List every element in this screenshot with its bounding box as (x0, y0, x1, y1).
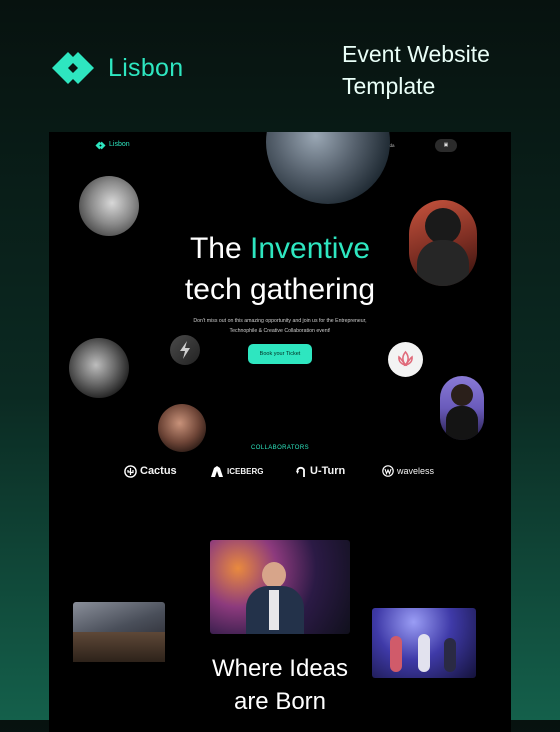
section-title: Where Ideas (211, 655, 349, 682)
u-turn-icon (296, 466, 305, 477)
menu-button[interactable]: ▣ (435, 139, 457, 152)
event-photo (73, 602, 165, 662)
brand-logo-icon (52, 52, 94, 84)
partner-name: waveless (397, 466, 435, 476)
section-title-line2: are Born (233, 688, 327, 715)
grid-icon: ▣ (443, 142, 449, 148)
lightning-badge (170, 335, 200, 365)
partner-name: U-Turn (310, 465, 346, 477)
lightning-icon (180, 341, 190, 359)
nav-logo-icon[interactable] (95, 141, 106, 150)
speaker-photo (79, 176, 139, 236)
nav-logo-text[interactable]: Lisbon (109, 141, 130, 148)
speaker-photo (440, 376, 484, 440)
lotus-badge (388, 342, 423, 377)
partner-name: ICEBERG (227, 466, 264, 476)
waveless-icon (382, 465, 394, 477)
partner-logo-uturn[interactable]: U-Turn (296, 463, 345, 479)
website-preview: Lisbon About Speakers Agenda ▣ The Inven… (49, 132, 511, 732)
brand-name: Lisbon (108, 54, 184, 82)
collaborators-title: COLLABORATORS (251, 445, 309, 451)
hero-title-prefix: The (189, 232, 242, 265)
hero-subtitle: Technophile & Creative Collaboration eve… (229, 328, 331, 334)
partner-logo-cactus[interactable]: Cactus (124, 463, 177, 479)
cactus-icon (124, 464, 137, 478)
speaker-photo (69, 338, 129, 398)
partner-logo-waveless[interactable]: waveless (382, 463, 434, 479)
speaker-photo (266, 132, 390, 204)
partner-name: Cactus (140, 465, 177, 477)
event-photo (210, 540, 350, 634)
iceberg-icon (211, 465, 223, 477)
template-title: Event Website Template (342, 41, 490, 99)
hero-title-line2: tech gathering (184, 273, 376, 306)
hero-title-accent: Inventive (249, 232, 371, 265)
partner-logo-iceberg[interactable]: ICEBERG (210, 463, 263, 479)
lotus-icon (398, 350, 413, 367)
book-ticket-button[interactable]: Book your Ticket (248, 344, 312, 364)
hero-title: The Inventive (49, 232, 511, 266)
hero-subtitle: Don't miss out on this amazing opportuni… (193, 318, 367, 324)
